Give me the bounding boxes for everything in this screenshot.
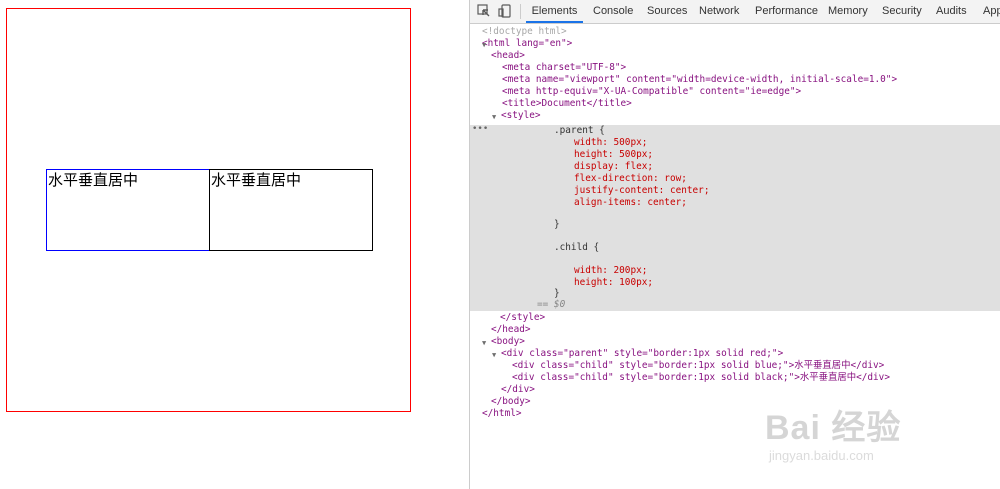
tab-memory[interactable]: Memory <box>828 0 868 23</box>
code-css-child-height[interactable]: height: 100px; <box>574 277 653 289</box>
devtools-toolbar: Elements Console Sources Network Perform… <box>470 0 1000 24</box>
tab-audits[interactable]: Audits <box>936 0 967 23</box>
expand-head-icon[interactable]: ▼ <box>482 39 486 51</box>
expand-body-icon[interactable]: ▼ <box>482 337 486 349</box>
code-css-justify-content[interactable]: justify-content: center; <box>574 185 709 197</box>
tab-application[interactable]: App <box>983 0 1000 23</box>
code-css-child-width[interactable]: width: 200px; <box>574 265 647 277</box>
code-css-width[interactable]: width: 500px; <box>574 137 647 149</box>
code-meta-compat[interactable]: <meta http-equiv="X-UA-Compatible" conte… <box>502 86 801 98</box>
inspect-element-icon[interactable] <box>477 4 491 18</box>
code-title[interactable]: <title>Document</title> <box>502 98 632 110</box>
code-css-parent-selector[interactable]: .parent { <box>554 125 605 137</box>
code-div-child2[interactable]: <div class="child" style="border:1px sol… <box>512 372 890 384</box>
selected-node-marker: == $0 <box>537 299 566 310</box>
toolbar-separator <box>520 4 521 19</box>
code-css-align-items[interactable]: align-items: center; <box>574 197 687 209</box>
watermark-url: jingyan.baidu.com <box>769 448 874 463</box>
code-head-close[interactable]: </head> <box>491 324 531 336</box>
code-style-open[interactable]: <style> <box>501 110 541 122</box>
device-toolbar-icon[interactable] <box>498 4 512 18</box>
code-doctype[interactable]: <!doctype html> <box>482 26 567 38</box>
selected-node-highlight <box>470 125 1000 311</box>
code-css-close-parent[interactable]: } <box>554 219 560 231</box>
tab-network[interactable]: Network <box>699 0 739 23</box>
child-box-black: 水平垂直居中 <box>209 169 373 251</box>
code-css-height[interactable]: height: 500px; <box>574 149 653 161</box>
code-meta-viewport[interactable]: <meta name="viewport" content="width=dev… <box>502 74 897 86</box>
code-css-display[interactable]: display: flex; <box>574 161 653 173</box>
code-style-close[interactable]: </style> <box>500 312 545 324</box>
child-box-blue: 水平垂直居中 <box>46 169 210 251</box>
expand-div-icon[interactable]: ▼ <box>492 349 496 361</box>
code-html-close[interactable]: </html> <box>482 408 522 420</box>
code-div-child1[interactable]: <div class="child" style="border:1px sol… <box>512 360 884 372</box>
baidu-jingyan-watermark: Bai 经验 jingyan.baidu.com <box>765 400 995 470</box>
tab-elements[interactable]: Elements <box>526 0 583 23</box>
code-div-close[interactable]: </div> <box>501 384 535 396</box>
code-head-open[interactable]: <head> <box>491 50 525 62</box>
watermark-logo: Bai 经验 <box>765 409 902 447</box>
tab-security[interactable]: Security <box>882 0 922 23</box>
tab-performance[interactable]: Performance <box>755 0 818 23</box>
more-options-icon[interactable]: ••• <box>472 124 488 134</box>
tab-console[interactable]: Console <box>593 0 633 23</box>
rendered-page: 水平垂直居中 水平垂直居中 <box>0 0 469 489</box>
code-body-close[interactable]: </body> <box>491 396 531 408</box>
code-div-parent[interactable]: <div class="parent" style="border:1px so… <box>501 348 783 360</box>
code-css-child-selector[interactable]: .child { <box>554 242 599 254</box>
code-meta-charset[interactable]: <meta charset="UTF-8"> <box>502 62 626 74</box>
tab-sources[interactable]: Sources <box>647 0 687 23</box>
code-body-open[interactable]: <body> <box>491 336 525 348</box>
code-html-open[interactable]: <html lang="en"> <box>482 38 572 50</box>
code-css-flex-direction[interactable]: flex-direction: row; <box>574 173 687 185</box>
expand-style-icon[interactable]: ▼ <box>492 111 496 123</box>
